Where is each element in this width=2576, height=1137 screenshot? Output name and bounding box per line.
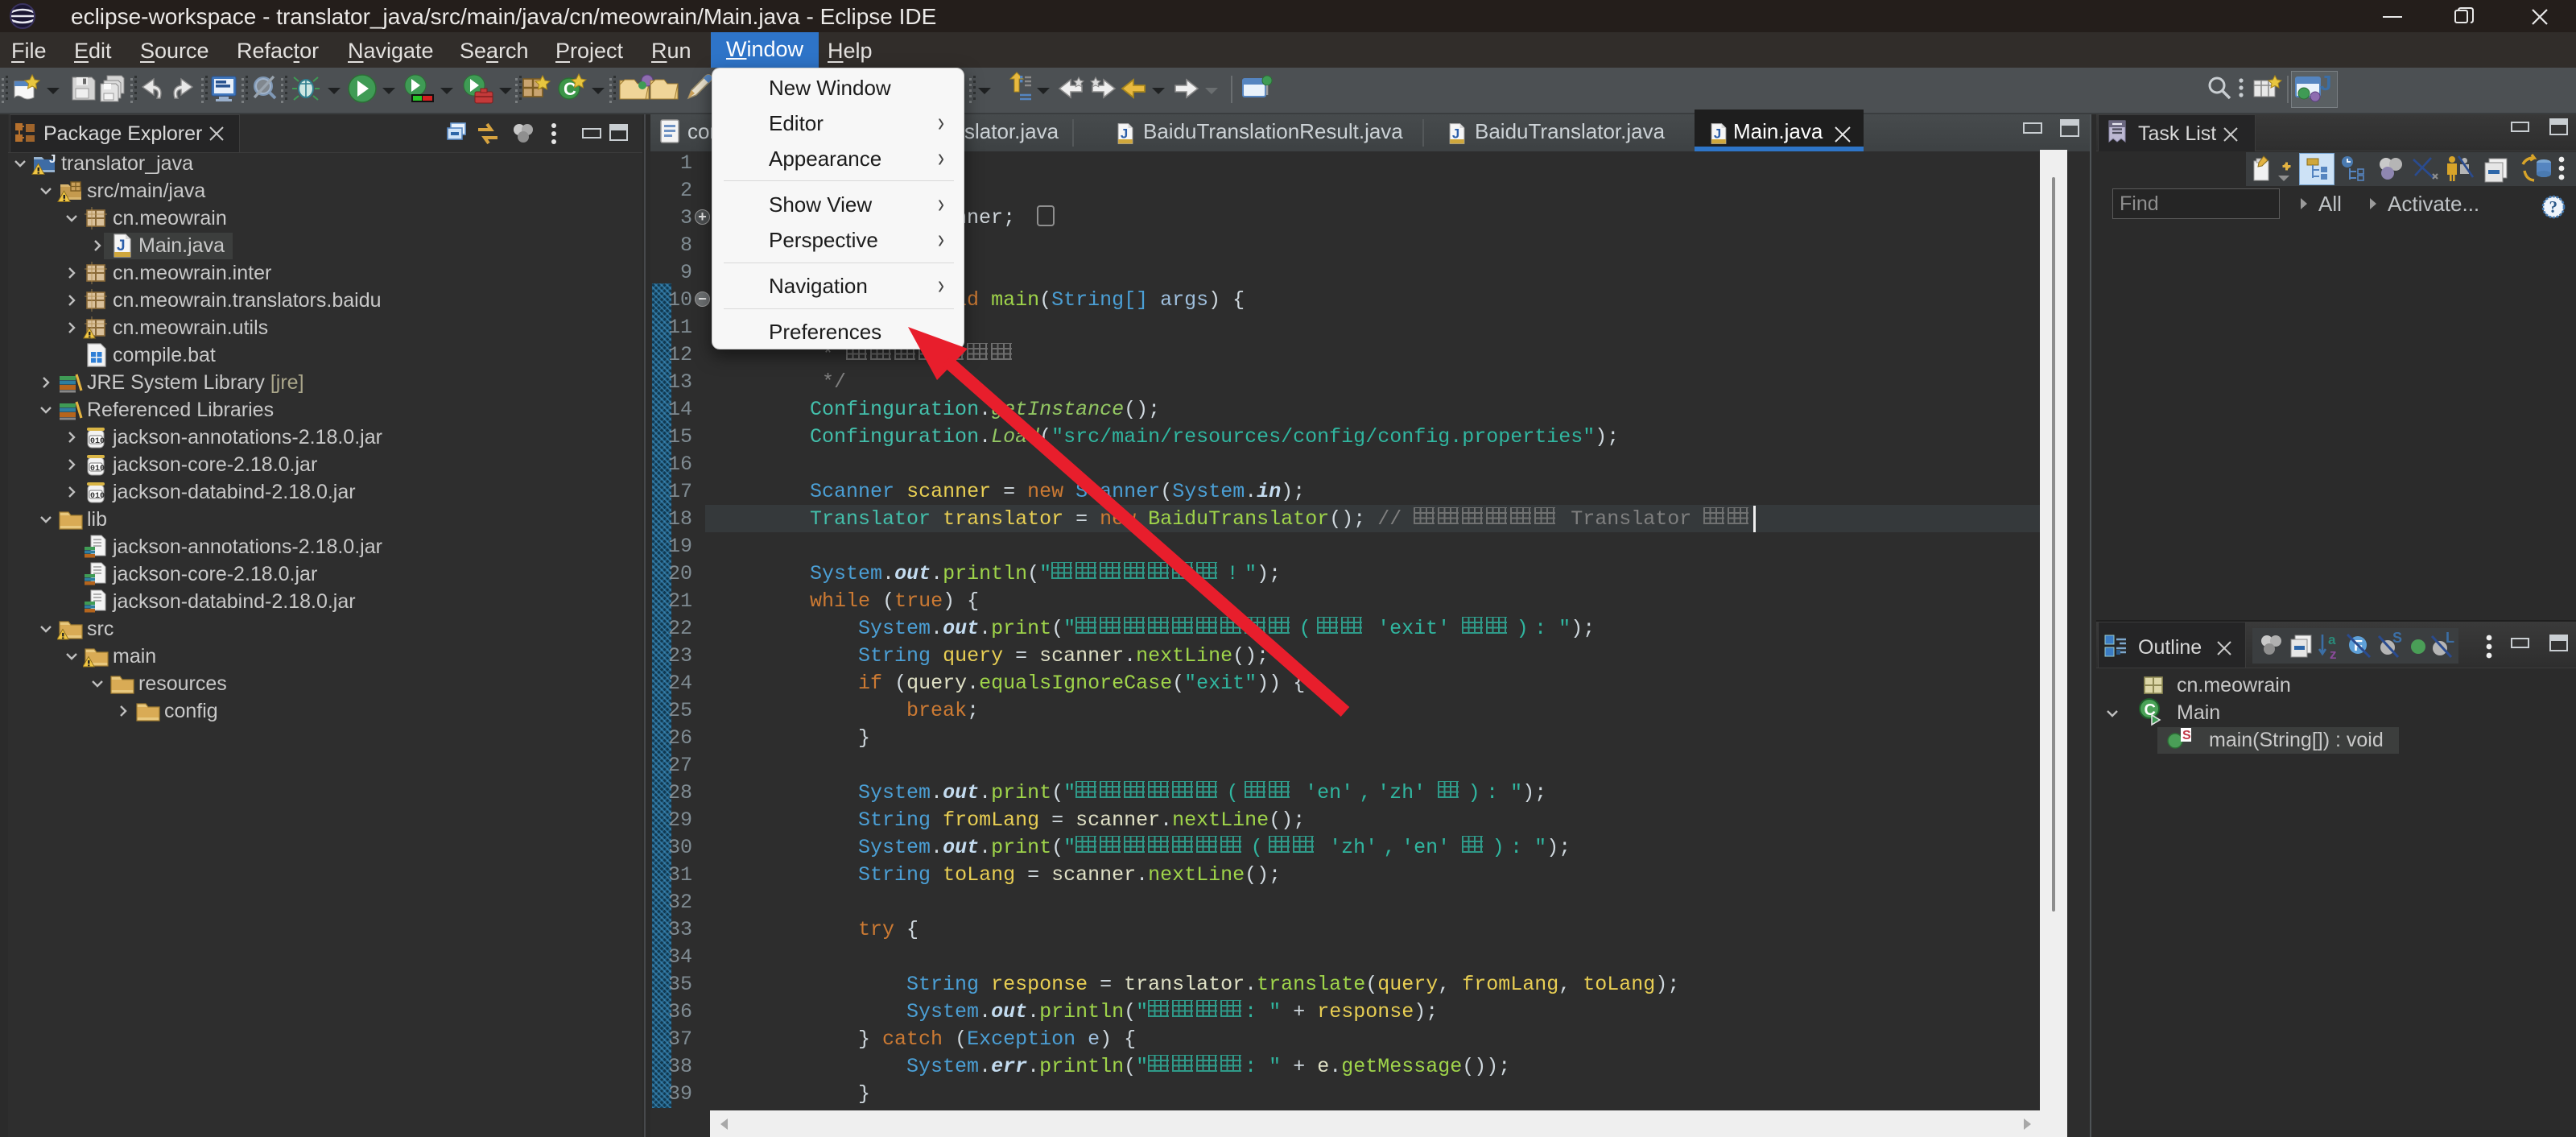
svg-text:J: J	[2320, 72, 2331, 95]
svg-text:L: L	[2446, 631, 2454, 646]
svg-text:?: ?	[2549, 197, 2558, 217]
svg-text:z: z	[2330, 647, 2337, 662]
svg-text:a: a	[2328, 632, 2336, 647]
svg-text:S: S	[2392, 631, 2402, 646]
